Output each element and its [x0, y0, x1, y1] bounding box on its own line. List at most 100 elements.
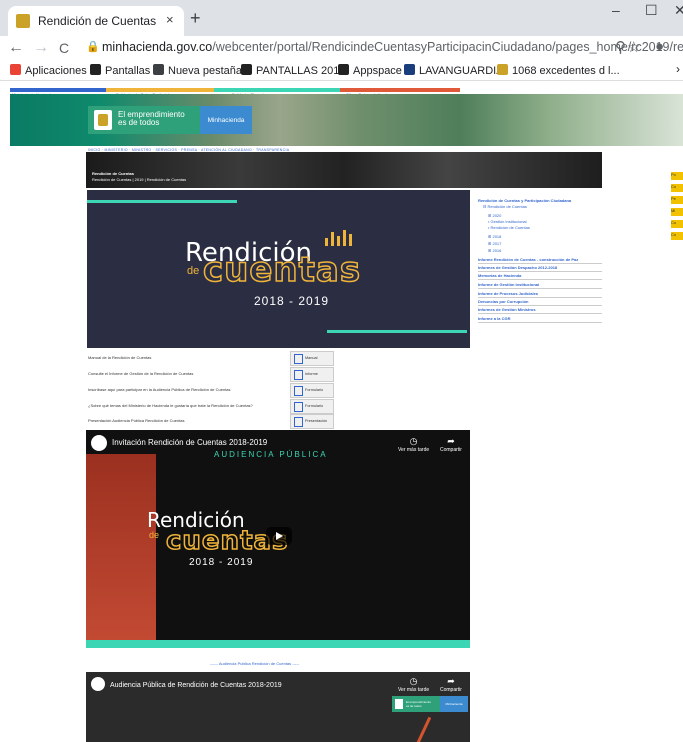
- url-text[interactable]: minhacienda.gov.co/webcenter/portal/Rend…: [102, 40, 683, 54]
- page-icon: [338, 64, 349, 75]
- site-favicon-icon: [16, 14, 30, 28]
- side-quick-link[interactable]: Co: [671, 184, 683, 192]
- watch-later-label: Ver más tarde: [398, 687, 430, 693]
- page-icon: [241, 64, 252, 75]
- share-button[interactable]: ➦ Compartir: [440, 676, 462, 693]
- globe-icon: [153, 64, 164, 75]
- video-thumbnail-red-panel: [86, 454, 156, 640]
- document-icon: [294, 354, 303, 364]
- side-quick-link[interactable]: Mi: [671, 208, 683, 216]
- watch-later-button[interactable]: ◷ Ver más tarde: [398, 676, 429, 693]
- tab-close-icon[interactable]: ×: [166, 12, 174, 27]
- document-button[interactable]: Manual: [290, 351, 334, 366]
- sidebar-item[interactable]: Rendición de Cuentas y Participación Ciu…: [478, 198, 571, 203]
- address-bar[interactable]: 🔒 minhacienda.gov.co/webcenter/portal/Re…: [84, 39, 683, 57]
- sidebar-item[interactable]: Memorias de Hacienda: [478, 273, 521, 278]
- sidebar-item[interactable]: • Gestión Institucional: [488, 219, 527, 224]
- side-quick-link[interactable]: Pe: [671, 196, 683, 204]
- video-player-audiencia[interactable]: Audiencia Pública de Rendición de Cuenta…: [86, 672, 470, 742]
- share-button[interactable]: ➦ Compartir: [440, 436, 462, 453]
- sidebar-item[interactable]: ⊞ 2016: [488, 248, 501, 253]
- share-icon: ➦: [447, 676, 455, 686]
- bookmark-star-icon[interactable]: ☆: [627, 38, 640, 56]
- bookmark-item[interactable]: LAVANGUARDIA: [404, 64, 504, 77]
- side-quick-link[interactable]: Po: [671, 172, 683, 180]
- sidebar-item[interactable]: ⊟ Rendición de Cuentas: [483, 204, 527, 209]
- sidebar-item[interactable]: Denuncias por Corrupción: [478, 299, 528, 304]
- play-icon: [276, 532, 283, 540]
- channel-avatar[interactable]: [91, 435, 107, 451]
- document-link[interactable]: Presentación Audiencia Pública Rendición…: [88, 418, 185, 423]
- clock-icon: ◷: [409, 676, 418, 686]
- document-button[interactable]: Formulario: [290, 383, 334, 398]
- back-button[interactable]: ←: [8, 39, 24, 57]
- side-quick-link[interactable]: Co: [671, 220, 683, 228]
- document-button[interactable]: Formulario: [290, 399, 334, 414]
- bookmark-item[interactable]: PANTALLAS 2018: [241, 64, 345, 77]
- sidebar-item[interactable]: ⊞ 2017: [488, 241, 501, 246]
- bookmark-label: Appspace: [353, 65, 402, 77]
- document-button-label: Formulario: [305, 404, 324, 408]
- banner-word-de: de: [187, 265, 200, 277]
- logo-slogan: El emprendimiento es de todos: [118, 111, 185, 127]
- bookmark-label: Aplicaciones: [25, 65, 87, 77]
- video-player-invitacion[interactable]: Invitación Rendición de Cuentas 2018-201…: [86, 430, 470, 648]
- sidebar-item[interactable]: Informes de Gestión Ministros: [478, 307, 536, 312]
- sidebar-divider: [478, 279, 602, 280]
- document-link[interactable]: Manual de la Rendición de Cuentas: [88, 355, 151, 360]
- lv-icon: [404, 64, 415, 75]
- document-link[interactable]: Consulte el Informe de Gestión de la Ren…: [88, 371, 193, 376]
- side-quick-link[interactable]: Co: [671, 232, 683, 240]
- share-label: Compartir: [440, 687, 462, 693]
- document-button[interactable]: Presentación: [290, 414, 334, 429]
- video-title[interactable]: Audiencia Pública de Rendición de Cuenta…: [110, 682, 282, 689]
- sidebar-item[interactable]: Informe Rendición de Cuentas - construcc…: [478, 257, 578, 262]
- zoom-icon[interactable]: ⚲: [615, 38, 626, 56]
- document-link[interactable]: ¿Sobre qué temas del Ministerio de Hacie…: [88, 403, 253, 408]
- account-icon[interactable]: ●: [655, 38, 664, 55]
- sidebar-divider: [478, 322, 602, 323]
- sidebar-item[interactable]: ⊞ 2020: [488, 213, 501, 218]
- minimize-button[interactable]: –: [612, 2, 620, 18]
- video-years: 2018 - 2019: [189, 557, 254, 568]
- reload-button[interactable]: C: [59, 40, 69, 56]
- bookmarks-more-icon[interactable]: ›: [676, 62, 680, 76]
- rendicion-banner-image: Rendición de cuentas 2018 - 2019: [87, 190, 470, 348]
- watch-later-label: Ver más tarde: [398, 447, 430, 453]
- bookmark-item[interactable]: Pantallas: [90, 64, 150, 77]
- close-window-button[interactable]: ✕: [674, 2, 683, 19]
- banner-years: 2018 - 2019: [254, 294, 330, 308]
- channel-avatar[interactable]: [91, 677, 105, 691]
- bookmark-label: Nueva pestaña: [168, 65, 242, 77]
- document-link[interactable]: Inscríbase aquí para participar en la Au…: [88, 387, 231, 392]
- document-button[interactable]: Informe: [290, 367, 334, 382]
- sidebar-item[interactable]: Informe de Procesos Judiciales: [478, 291, 538, 296]
- bookmark-item[interactable]: 1068 excedentes d l...: [497, 64, 620, 77]
- sidebar-divider: [478, 297, 602, 298]
- bookmark-item[interactable]: Aplicaciones: [10, 64, 87, 77]
- browser-tab[interactable]: Rendición de Cuentas ×: [8, 6, 184, 36]
- bookmark-label: LAVANGUARDIA: [419, 65, 504, 77]
- new-tab-button[interactable]: +: [190, 8, 201, 29]
- bookmark-item[interactable]: Nueva pestaña: [153, 64, 242, 77]
- forward-button[interactable]: →: [33, 39, 49, 57]
- document-button-label: Manual: [305, 356, 318, 360]
- sidebar-item[interactable]: Informes de Gestión Despacho 2012-2018: [478, 265, 557, 270]
- minhacienda-logo[interactable]: Minhacienda: [200, 106, 252, 134]
- sidebar-item[interactable]: • Rendición de Cuentas: [488, 225, 530, 230]
- sidebar-item[interactable]: Informe a la CGR: [478, 316, 510, 321]
- url-path: /webcenter/portal/RendicindeCuentasyPart…: [212, 40, 683, 54]
- sidebar-divider: [478, 271, 602, 272]
- maximize-button[interactable]: ☐: [645, 2, 658, 19]
- share-label: Compartir: [440, 447, 462, 453]
- watch-later-button[interactable]: ◷ Ver más tarde: [398, 436, 429, 453]
- logo-slogan-line: es de todos: [118, 118, 160, 127]
- sidebar-item[interactable]: ⊞ 2018: [488, 234, 501, 239]
- bookmark-item[interactable]: Appspace: [338, 64, 402, 77]
- play-button[interactable]: [266, 527, 292, 545]
- lock-icon[interactable]: 🔒: [86, 40, 100, 53]
- sidebar-divider: [478, 305, 602, 306]
- sidebar-item[interactable]: Informe de Gestión Institucional: [478, 282, 539, 287]
- breadcrumb[interactable]: Rendición de Cuentas | 2019 | Rendición …: [92, 177, 186, 182]
- video-title[interactable]: Invitación Rendición de Cuentas 2018-201…: [112, 438, 267, 447]
